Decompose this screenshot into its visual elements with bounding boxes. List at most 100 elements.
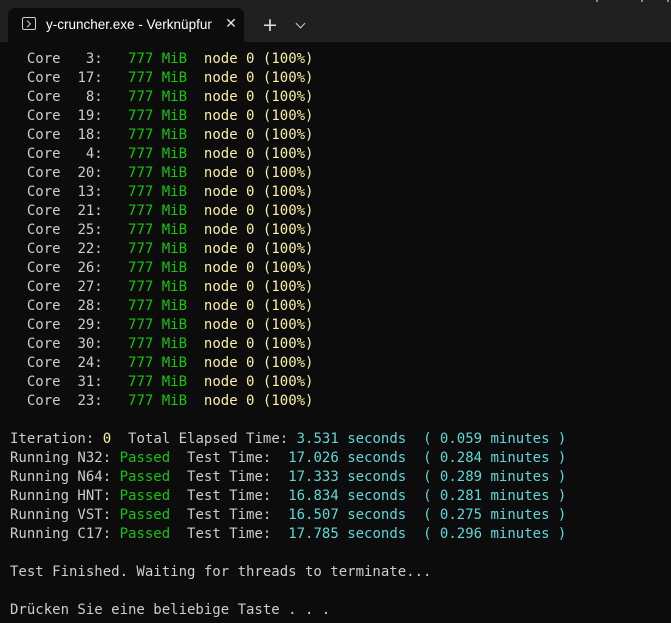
core-line: Core 13: 777 MiB node 0 (100%) (10, 183, 671, 202)
core-id: 29: (77, 317, 103, 333)
core-node: node 0 (100%) (203, 241, 314, 257)
core-node: node 0 (100%) (203, 127, 314, 143)
core-label: Core (26, 279, 61, 295)
core-node: node 0 (100%) (203, 165, 314, 181)
tab-title: y-cruncher.exe - Verknüpfung (46, 17, 212, 32)
core-memory: 777 MiB (128, 279, 188, 295)
test-time-label: Test Time: (187, 450, 272, 466)
core-label: Core (26, 146, 61, 162)
finished-message: Test Finished. Waiting for threads to te… (10, 564, 432, 580)
core-label: Core (26, 89, 61, 105)
core-id: 17: (77, 70, 103, 86)
core-label: Core (26, 336, 61, 352)
core-node: node 0 (100%) (203, 51, 314, 67)
core-node: node 0 (100%) (203, 298, 314, 314)
test-name: Running VST: (10, 507, 112, 523)
test-status: Passed (119, 469, 171, 485)
core-line: Core 29: 777 MiB node 0 (100%) (10, 316, 671, 335)
elapsed-minutes: ( 0.059 minutes ) (423, 431, 567, 447)
core-label: Core (26, 393, 61, 409)
core-label: Core (26, 355, 61, 371)
test-status: Passed (119, 488, 171, 504)
test-time-label: Test Time: (187, 507, 272, 523)
core-label: Core (26, 127, 61, 143)
core-label: Core (26, 70, 61, 86)
core-line: Core 24: 777 MiB node 0 (100%) (10, 354, 671, 373)
core-memory: 777 MiB (128, 108, 188, 124)
terminal-icon (22, 17, 36, 30)
iteration-line: Iteration: 0 Total Elapsed Time: 3.531 s… (10, 430, 671, 449)
core-line: Core 4: 777 MiB node 0 (100%) (10, 145, 671, 164)
core-node: node 0 (100%) (203, 89, 314, 105)
core-node: node 0 (100%) (203, 184, 314, 200)
core-memory: 777 MiB (128, 393, 188, 409)
test-minutes: ( 0.289 minutes ) (423, 469, 567, 485)
core-line: Core 25: 777 MiB node 0 (100%) (10, 221, 671, 240)
core-label: Core (26, 51, 61, 67)
core-line: Core 18: 777 MiB node 0 (100%) (10, 126, 671, 145)
core-memory: 777 MiB (128, 222, 188, 238)
core-id: 3: (85, 51, 103, 67)
chevron-down-icon[interactable] (292, 14, 312, 38)
core-id: 19: (77, 108, 103, 124)
core-memory: 777 MiB (128, 336, 188, 352)
test-result-line: Running N32: Passed Test Time: 17.026 se… (10, 449, 671, 468)
core-memory: 777 MiB (128, 70, 188, 86)
test-name: Running HNT: (10, 488, 112, 504)
test-result-line: Running HNT: Passed Test Time: 16.834 se… (10, 487, 671, 506)
core-node: node 0 (100%) (203, 279, 314, 295)
terminal-window: y-cruncher.exe - Verknüpfung ✕ + Core 3:… (0, 0, 671, 623)
test-minutes: ( 0.281 minutes ) (423, 488, 567, 504)
core-memory: 777 MiB (128, 355, 188, 371)
core-id: 26: (77, 260, 103, 276)
core-node: node 0 (100%) (203, 70, 314, 86)
core-node: node 0 (100%) (203, 336, 314, 352)
core-id: 23: (77, 393, 103, 409)
core-line: Core 31: 777 MiB node 0 (100%) (10, 373, 671, 392)
test-time-label: Test Time: (187, 488, 272, 504)
plus-icon[interactable]: + (258, 14, 282, 38)
core-id: 30: (77, 336, 103, 352)
core-line: Core 23: 777 MiB node 0 (100%) (10, 392, 671, 411)
core-label: Core (26, 184, 61, 200)
elapsed-label: Total Elapsed Time: (128, 431, 289, 447)
core-id: 4: (85, 146, 103, 162)
core-id: 24: (77, 355, 103, 371)
core-node: node 0 (100%) (203, 203, 314, 219)
test-result-line: Running N64: Passed Test Time: 17.333 se… (10, 468, 671, 487)
core-id: 8: (85, 89, 103, 105)
window-edge-decoration (596, 0, 671, 3)
test-seconds: 17.026 seconds (288, 450, 407, 466)
elapsed-seconds: 3.531 seconds (296, 431, 407, 447)
core-label: Core (26, 298, 61, 314)
core-line: Core 19: 777 MiB node 0 (100%) (10, 107, 671, 126)
core-label: Core (26, 374, 61, 390)
test-status: Passed (119, 526, 171, 542)
core-line: Core 21: 777 MiB node 0 (100%) (10, 202, 671, 221)
finished-line: Test Finished. Waiting for threads to te… (10, 563, 671, 582)
core-memory: 777 MiB (128, 317, 188, 333)
core-id: 27: (77, 279, 103, 295)
iteration-value: 0 (102, 431, 112, 447)
core-line: Core 8: 777 MiB node 0 (100%) (10, 88, 671, 107)
core-line: Core 26: 777 MiB node 0 (100%) (10, 259, 671, 278)
test-minutes: ( 0.284 minutes ) (423, 450, 567, 466)
test-status: Passed (119, 507, 171, 523)
core-label: Core (26, 165, 61, 181)
core-id: 31: (77, 374, 103, 390)
core-node: node 0 (100%) (203, 260, 314, 276)
close-icon[interactable]: ✕ (222, 15, 240, 33)
terminal-output[interactable]: Core 3: 777 MiB node 0 (100%) Core 17: 7… (0, 50, 671, 623)
core-memory: 777 MiB (128, 146, 188, 162)
core-memory: 777 MiB (128, 260, 188, 276)
core-id: 22: (77, 241, 103, 257)
core-node: node 0 (100%) (203, 108, 314, 124)
core-memory: 777 MiB (128, 165, 188, 181)
core-node: node 0 (100%) (203, 317, 314, 333)
core-id: 21: (77, 203, 103, 219)
tab-y-cruncher[interactable]: y-cruncher.exe - Verknüpfung ✕ (8, 8, 244, 42)
core-id: 20: (77, 165, 103, 181)
core-memory: 777 MiB (128, 298, 188, 314)
